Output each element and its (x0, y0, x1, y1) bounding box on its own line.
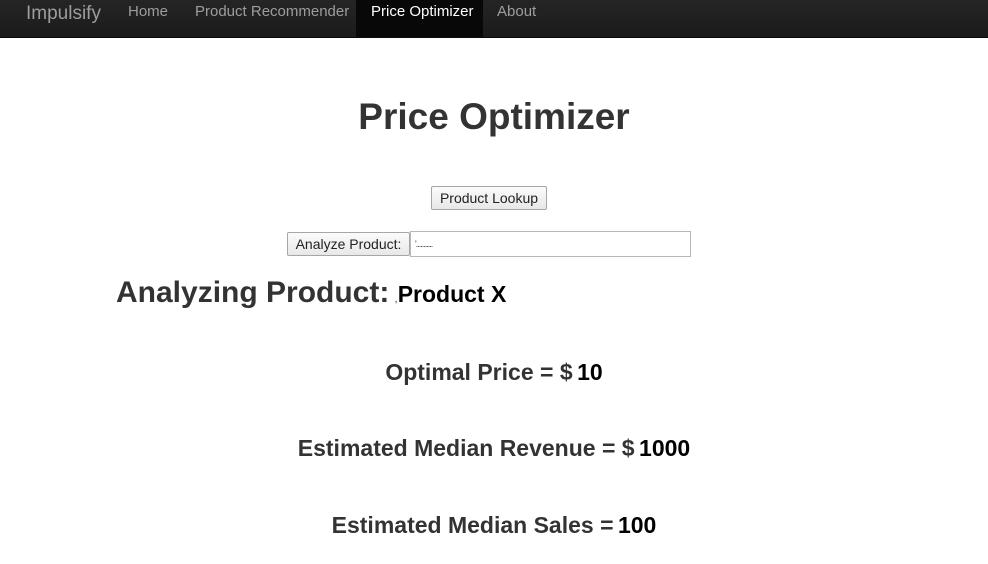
brand-logo[interactable]: Impulsify (26, 4, 101, 23)
median-revenue-label: Estimated Median Revenue = $ (297, 435, 635, 461)
nav-item-about[interactable]: About (483, 0, 553, 37)
top-navbar: Impulsify Home Product Recommender Price… (0, 0, 988, 38)
analyzed-product-name: Product X (397, 281, 507, 307)
median-revenue-value: 1000 (639, 435, 691, 461)
product-lookup-button[interactable]: Product Lookup (431, 186, 547, 210)
nav-item-product-recommender[interactable]: Product Recommender (180, 0, 356, 37)
median-sales-row: Estimated Median Sales = 100 (0, 512, 988, 539)
nav-item-home[interactable]: Home (113, 0, 180, 37)
analyze-product-button[interactable]: Analyze Product: (287, 232, 410, 256)
optimal-price-row: Optimal Price = $ 10 (0, 359, 988, 386)
page-title: Price Optimizer (358, 96, 630, 137)
optimal-price-label: Optimal Price = $ (385, 359, 573, 385)
median-sales-label: Estimated Median Sales = (331, 512, 614, 538)
median-sales-value: 100 (617, 512, 657, 538)
optimal-price-value: 10 (577, 359, 603, 385)
analyzing-product-line: Analyzing Product: ,Product X (116, 276, 506, 310)
product-input[interactable] (410, 231, 691, 257)
nav-item-price-optimizer[interactable]: Price Optimizer (356, 0, 483, 37)
analyzing-label: Analyzing Product: (116, 276, 390, 309)
median-revenue-row: Estimated Median Revenue = $ 1000 (0, 435, 988, 462)
